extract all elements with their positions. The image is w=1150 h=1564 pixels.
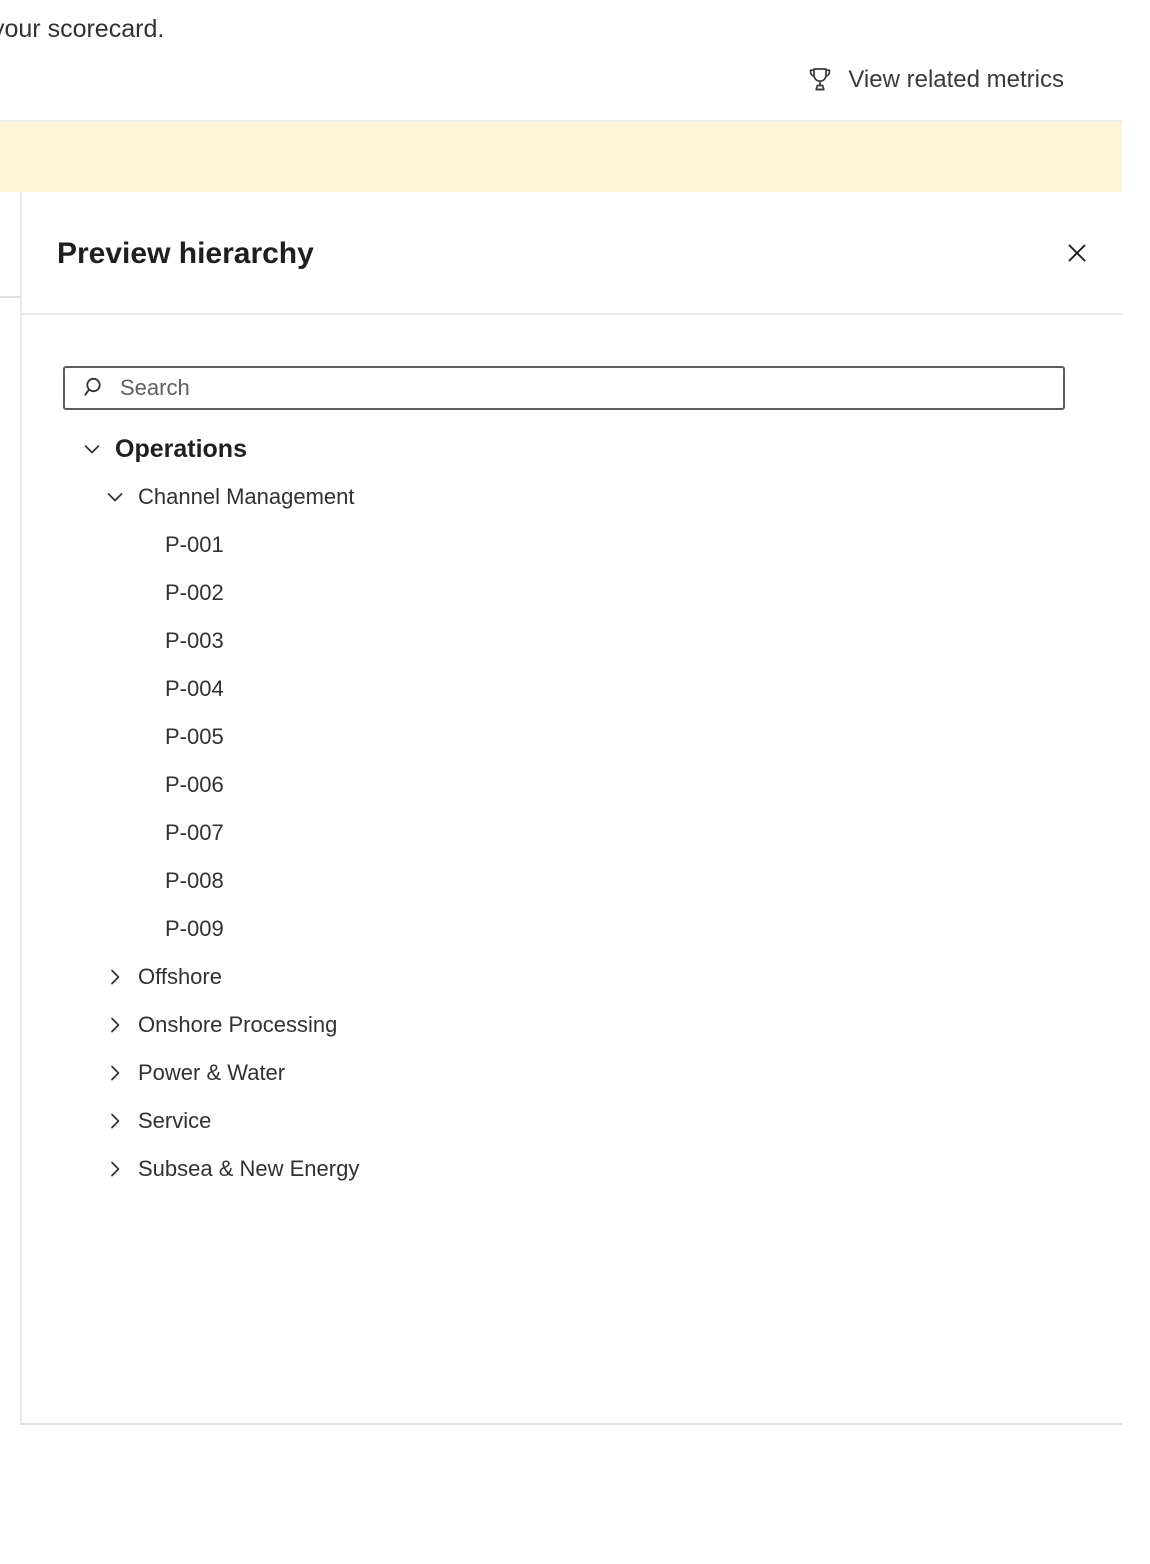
tree-item-label: Power & Water <box>138 1060 286 1085</box>
chevron-down-icon[interactable] <box>79 436 105 462</box>
chevron-down-icon[interactable] <box>102 484 128 510</box>
chevron-right-icon[interactable] <box>102 964 128 990</box>
tree-item[interactable]: P-007 <box>22 809 1122 857</box>
tree-item-label: Offshore <box>138 964 222 989</box>
tree-item[interactable]: P-004 <box>22 665 1122 713</box>
tree-item-label: P-006 <box>165 772 224 797</box>
search-field[interactable] <box>63 366 1065 410</box>
tree-item-label: Operations <box>115 435 247 463</box>
tree-item[interactable]: Operations <box>22 425 1122 473</box>
tree-item-label: Service <box>138 1108 212 1133</box>
tree-item-label: P-007 <box>165 820 224 845</box>
tree-item-label: P-002 <box>165 580 224 605</box>
tree-item[interactable]: Onshore Processing <box>22 1001 1122 1049</box>
tree-item-label: P-009 <box>165 916 224 941</box>
chevron-right-icon[interactable] <box>102 1012 128 1038</box>
tree-item[interactable]: P-006 <box>22 761 1122 809</box>
tree-item[interactable]: P-005 <box>22 713 1122 761</box>
scorecard-caption: your scorecard. <box>0 15 165 43</box>
chevron-right-icon[interactable] <box>102 1156 128 1182</box>
tree-item[interactable]: Service <box>22 1097 1122 1145</box>
tree-item-label: Subsea & New Energy <box>138 1156 360 1181</box>
tree-item-label: P-003 <box>165 628 224 653</box>
left-strip-rule <box>0 296 20 298</box>
tree-item-label: Onshore Processing <box>138 1012 338 1037</box>
chevron-right-icon[interactable] <box>102 1060 128 1086</box>
tree-item[interactable]: Power & Water <box>22 1049 1122 1097</box>
panel-header: Preview hierarchy <box>22 192 1122 315</box>
tree-item-label: Channel Management <box>138 484 355 509</box>
tree-item-label: P-008 <box>165 868 224 893</box>
chevron-right-icon[interactable] <box>102 1108 128 1134</box>
search-icon <box>82 375 108 401</box>
tree-item[interactable]: Channel Management <box>22 473 1122 521</box>
tree-item[interactable]: P-003 <box>22 617 1122 665</box>
preview-hierarchy-panel: Preview hierarchy Operations Channel Mana… <box>20 192 1122 1425</box>
close-button[interactable] <box>1054 230 1100 276</box>
tree-item[interactable]: P-009 <box>22 905 1122 953</box>
trophy-icon <box>805 65 835 95</box>
view-related-metrics-link[interactable]: View related metrics <box>805 64 1064 96</box>
close-icon <box>1062 238 1092 268</box>
tree-item[interactable]: Offshore <box>22 953 1122 1001</box>
tree-item[interactable]: P-008 <box>22 857 1122 905</box>
tree-item-label: P-005 <box>165 724 224 749</box>
tree-item[interactable]: P-001 <box>22 521 1122 569</box>
tree-item-label: P-004 <box>165 676 224 701</box>
tree-item[interactable]: Subsea & New Energy <box>22 1145 1122 1193</box>
tree-item-label: P-001 <box>165 532 224 557</box>
view-related-metrics-label: View related metrics <box>848 66 1064 93</box>
search-input[interactable] <box>120 373 1063 403</box>
notification-banner <box>0 122 1122 192</box>
page-title: Preview hierarchy <box>57 237 314 270</box>
tree-item[interactable]: P-002 <box>22 569 1122 617</box>
hierarchy-tree: Operations Channel Management P-001 P-002 P-… <box>22 425 1122 1193</box>
